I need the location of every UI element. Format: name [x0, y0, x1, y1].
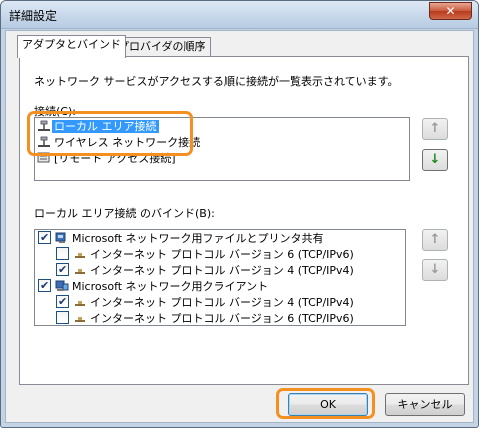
move-up-connection-button[interactable]: ↑	[422, 118, 448, 140]
binding-item-label: インターネット プロトコル バージョン 6 (TCP/IPv6)	[90, 312, 354, 325]
connection-item-label: [リモート アクセス接続]	[54, 152, 176, 165]
protocol-icon	[75, 269, 85, 274]
dialog-client-area: アダプタとバインド プロバイダの順序 ネットワーク サービスがアクセスする順に接…	[5, 30, 474, 423]
binding-checkbox[interactable]	[38, 278, 51, 294]
binding-item-label: Microsoft ネットワーク用クライアント	[72, 280, 269, 293]
protocol-icon	[75, 301, 85, 306]
window-title: 詳細設定	[9, 9, 58, 23]
description-text: ネットワーク サービスがアクセスする順に接続が一覧表示されています。	[34, 75, 399, 88]
binding-item[interactable]: インターネット プロトコル バージョン 4 (TCP/IPv4)	[56, 294, 356, 311]
bindings-treeview[interactable]: Microsoft ネットワーク用ファイルとプリンタ共有インターネット プロトコ…	[34, 229, 406, 326]
binding-item[interactable]: インターネット プロトコル バージョン 6 (TCP/IPv6)	[56, 311, 356, 325]
connection-item[interactable]: ローカル エリア接続	[37, 119, 159, 135]
remote-access-icon	[37, 152, 50, 163]
binding-item-label: インターネット プロトコル バージョン 4 (TCP/IPv4)	[90, 296, 354, 309]
move-up-binding-button[interactable]: ↑	[422, 229, 448, 251]
protocol-icon	[75, 317, 85, 322]
network-adapter-icon	[38, 136, 50, 147]
tab-provider-order[interactable]: プロバイダの順序	[113, 37, 211, 57]
tab-adapters-and-bindings[interactable]: アダプタとバインド	[17, 35, 126, 58]
binding-item[interactable]: Microsoft ネットワーク用クライアント	[38, 278, 270, 295]
move-down-binding-button[interactable]: ↓	[422, 259, 448, 281]
arrow-down-icon: ↓	[429, 262, 441, 277]
title-bar[interactable]: 詳細設定 ✕	[1, 1, 478, 29]
connection-item[interactable]: ワイヤレス ネットワーク接続	[37, 135, 202, 151]
arrow-up-icon: ↑	[429, 121, 441, 136]
binding-item-label: Microsoft ネットワーク用ファイルとプリンタ共有	[72, 232, 324, 245]
connection-item-label: ワイヤレス ネットワーク接続	[54, 136, 201, 149]
advanced-settings-dialog: 詳細設定 ✕ アダプタとバインド プロバイダの順序 ネットワーク サービスがアク…	[0, 0, 479, 428]
binding-checkbox[interactable]	[56, 311, 69, 324]
ok-button[interactable]: OK	[288, 393, 368, 416]
binding-checkbox[interactable]	[56, 247, 69, 260]
binding-item-label: インターネット プロトコル バージョン 4 (TCP/IPv4)	[90, 264, 354, 277]
connections-listbox[interactable]: ローカル エリア接続ワイヤレス ネットワーク接続 [リモート アクセス接続]	[34, 117, 410, 181]
binding-checkbox[interactable]	[56, 262, 69, 278]
binding-item[interactable]: インターネット プロトコル バージョン 4 (TCP/IPv4)	[56, 262, 356, 279]
bindings-label: ローカル エリア接続 のバインド(B):	[34, 207, 215, 220]
network-adapter-icon	[38, 120, 50, 131]
binding-item-label: インターネット プロトコル バージョン 6 (TCP/IPv6)	[90, 248, 354, 261]
network-client-icon	[55, 280, 69, 291]
cancel-button[interactable]: キャンセル	[385, 393, 465, 416]
binding-item[interactable]: インターネット プロトコル バージョン 6 (TCP/IPv6)	[56, 247, 356, 263]
arrow-up-icon: ↑	[429, 232, 441, 247]
binding-checkbox[interactable]	[56, 294, 69, 310]
protocol-icon	[75, 253, 85, 258]
tab-panel: ネットワーク サービスがアクセスする順に接続が一覧表示されています。 接続(C)…	[19, 56, 469, 385]
close-button[interactable]: ✕	[429, 2, 472, 20]
connection-item[interactable]: [リモート アクセス接続]	[37, 151, 178, 167]
binding-checkbox[interactable]	[38, 230, 51, 246]
binding-item[interactable]: Microsoft ネットワーク用ファイルとプリンタ共有	[38, 230, 326, 247]
connection-item-label: ローカル エリア接続	[52, 120, 159, 133]
arrow-down-icon: ↓	[429, 152, 441, 167]
file-printer-share-icon	[55, 232, 66, 243]
move-down-connection-button[interactable]: ↓	[422, 149, 448, 171]
